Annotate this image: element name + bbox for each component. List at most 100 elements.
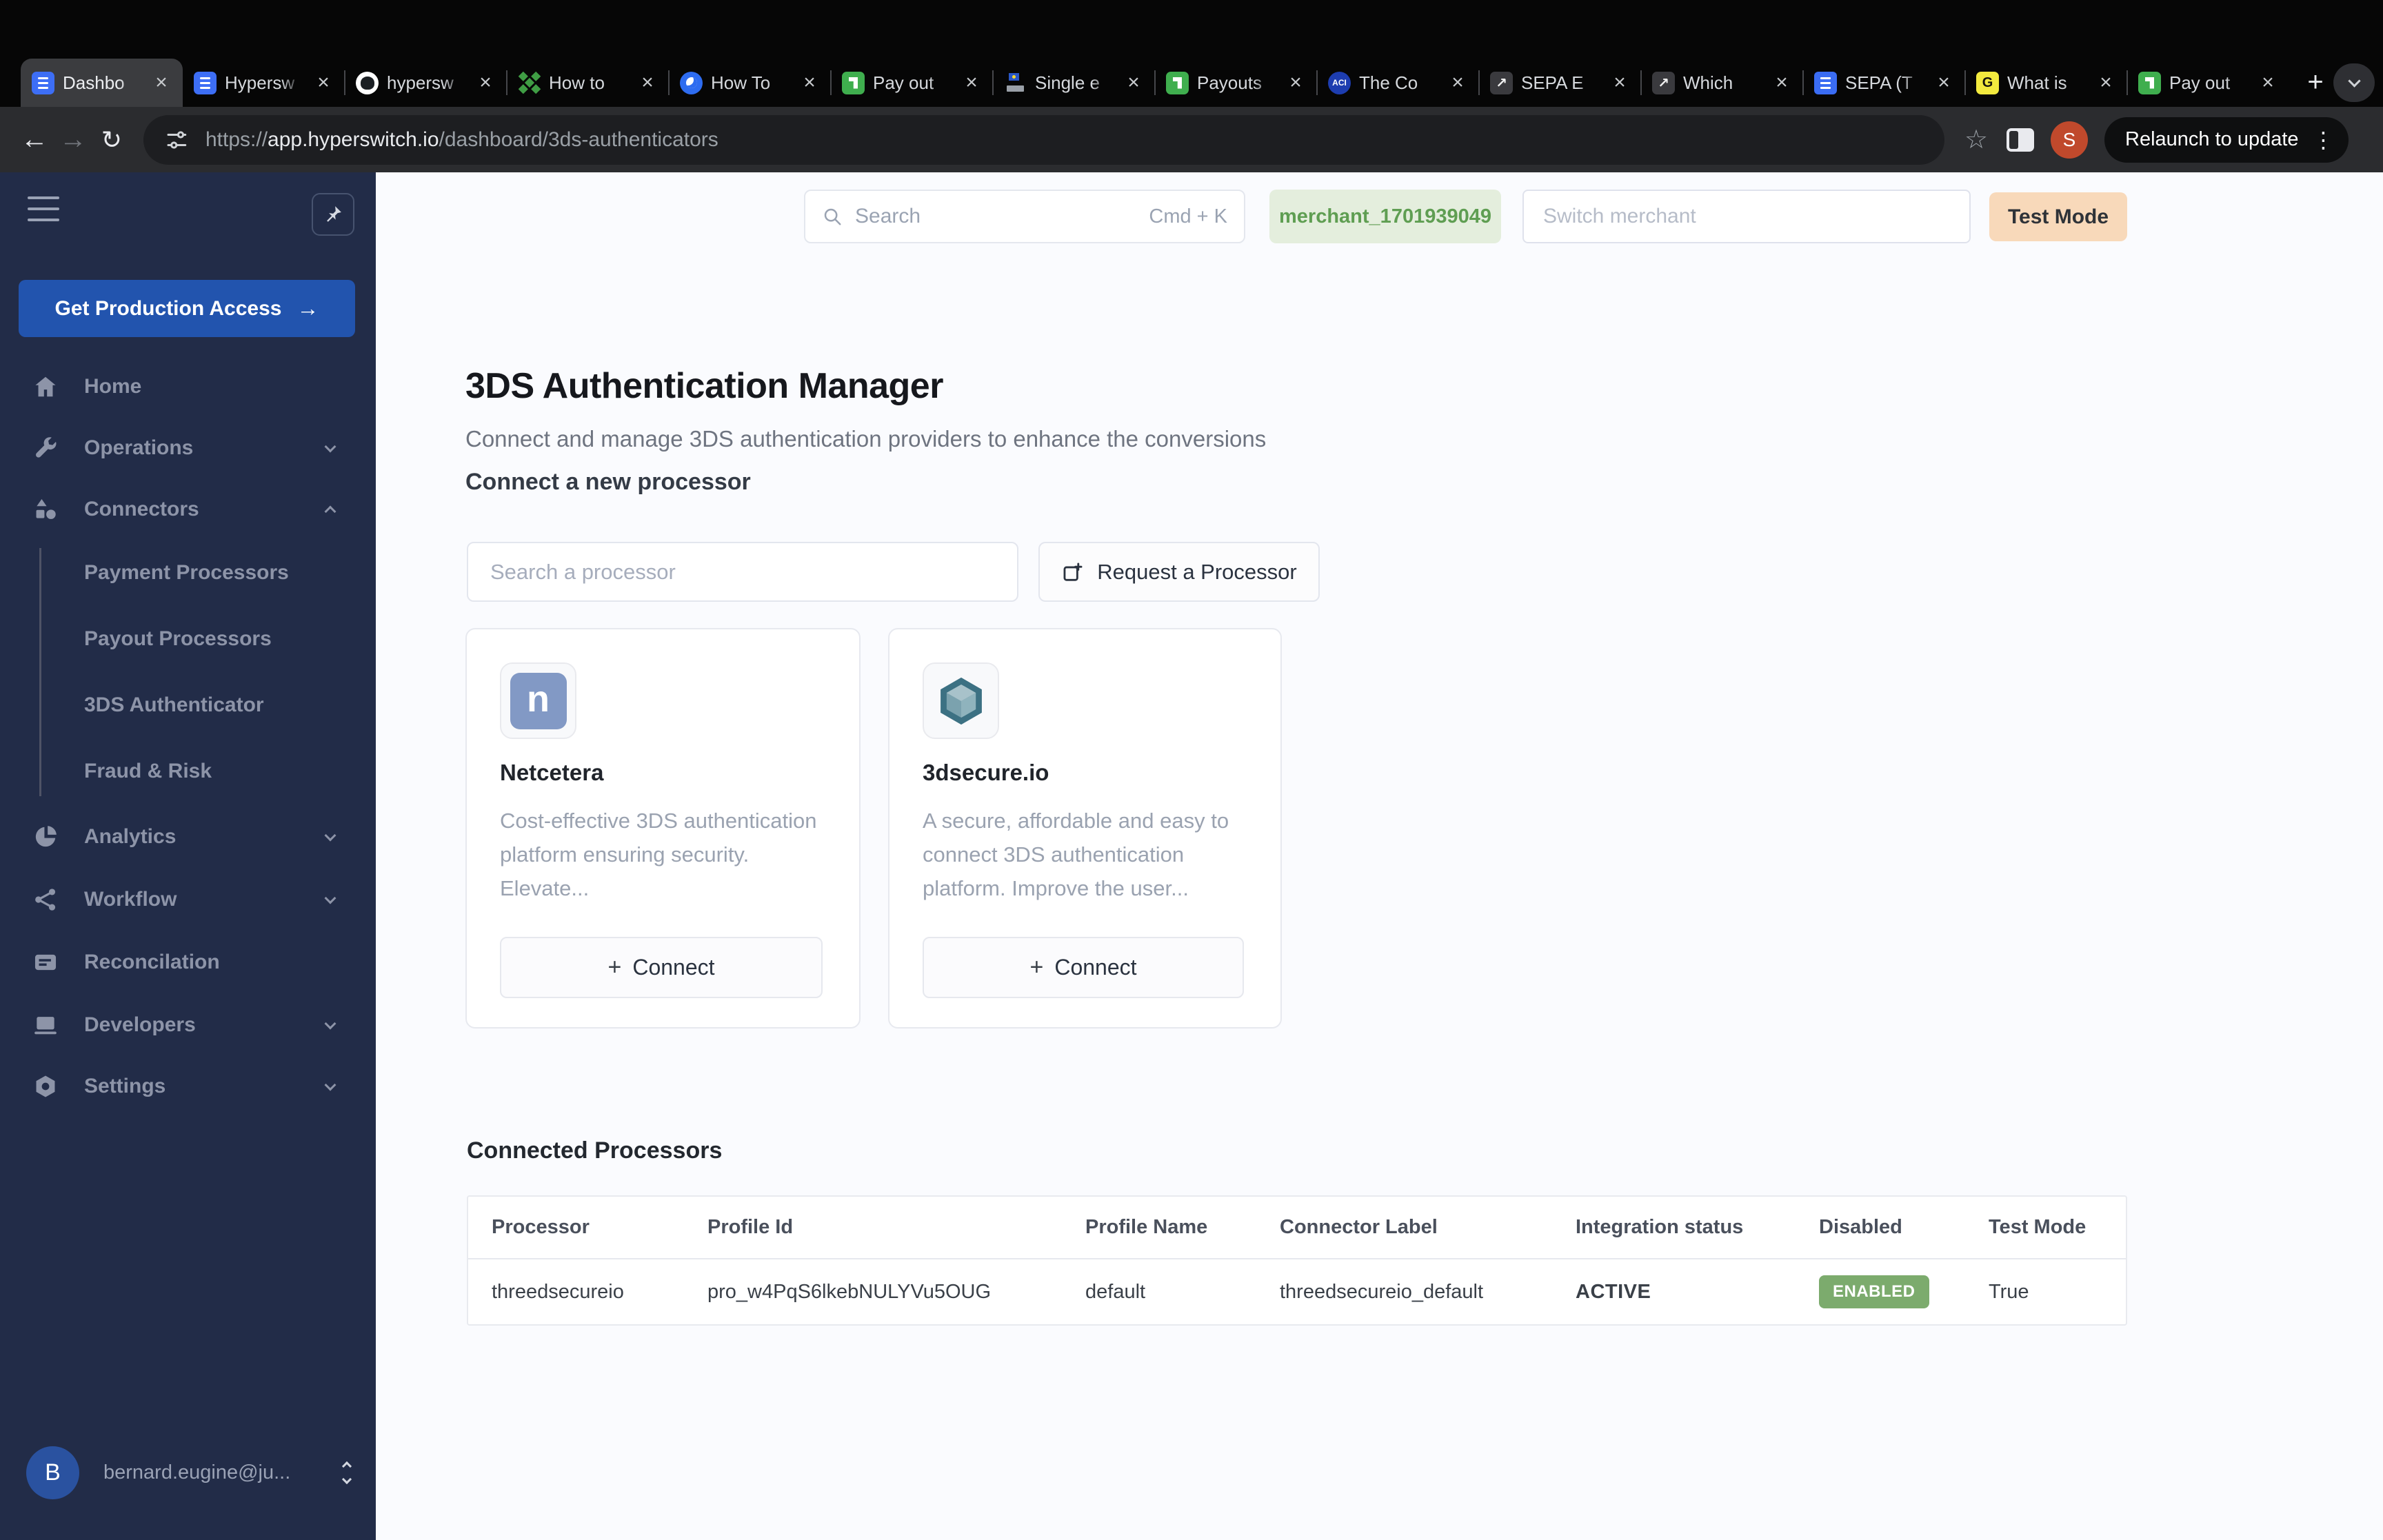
tab-dashboard[interactable]: Dashbo [21, 59, 183, 107]
tab-close-icon[interactable] [150, 71, 173, 94]
test-mode-button[interactable]: Test Mode [1989, 192, 2127, 241]
chevron-down-icon [324, 892, 336, 904]
tab-close-icon[interactable] [312, 71, 335, 94]
tab-payouts[interactable]: Payouts [1154, 59, 1317, 107]
cell-disabled: ENABLED [1819, 1275, 1989, 1308]
processor-card-title: 3dsecure.io [923, 760, 1049, 785]
column-header: Connector Label [1280, 1216, 1438, 1238]
gocardless-favicon-icon: G [1976, 71, 1999, 94]
clover-favicon-icon [518, 72, 541, 94]
cell-profile-id: pro_w4PqS6lkebNULYVu5OUG [707, 1280, 992, 1303]
request-processor-label: Request a Processor [1097, 559, 1297, 584]
processor-card-3dsecureio: 3dsecure.io A secure, affordable and eas… [888, 628, 1282, 1029]
tab-what-is[interactable]: G What is [1964, 59, 2127, 107]
aci-favicon-icon: ACI [1328, 71, 1351, 94]
chevron-down-icon [324, 440, 336, 452]
tab-close-icon[interactable] [1932, 71, 1955, 94]
relaunch-label: Relaunch to update [2125, 128, 2299, 150]
column-header: Disabled [1819, 1216, 1902, 1238]
tab-how-to[interactable]: How to [506, 59, 669, 107]
tab-sepa-doc[interactable]: SEPA (T [1802, 59, 1965, 107]
switch-merchant-input[interactable] [1542, 204, 1951, 229]
tab-close-icon[interactable] [2094, 71, 2118, 94]
sidebar-subitem-label: Payment Processors [84, 561, 289, 584]
tab-close-icon[interactable] [1770, 71, 1793, 94]
main-content: Cmd + K merchant_1701939049 Test Mode 3D… [376, 172, 2383, 1540]
processor-search-field[interactable] [467, 542, 1018, 602]
request-processor-button[interactable]: Request a Processor [1038, 542, 1320, 602]
sidebar-item-payout-processors[interactable]: Payout Processors [0, 606, 376, 672]
tab-close-icon[interactable] [960, 71, 983, 94]
relaunch-to-update-button[interactable]: Relaunch to update [2104, 116, 2349, 163]
tab-sepa-e[interactable]: SEPA E [1478, 59, 1641, 107]
site-settings-icon[interactable] [164, 128, 189, 152]
sidebar-item-label: Operations [84, 436, 194, 459]
user-account-row[interactable]: B bernard.eugine@ju... [26, 1446, 352, 1499]
trend-chart-favicon-icon [1490, 71, 1513, 94]
cta-label: Get Production Access [54, 296, 282, 320]
tab-close-icon[interactable] [1122, 71, 1145, 94]
sidebar-item-3ds-authenticator[interactable]: 3DS Authenticator [0, 672, 376, 738]
connect-label: Connect [632, 955, 715, 980]
tab-close-icon[interactable] [798, 71, 821, 94]
browser-profile-avatar[interactable]: S [2051, 121, 2088, 159]
sidebar-item-analytics[interactable]: Analytics [0, 804, 376, 869]
tab-which[interactable]: Which [1640, 59, 1803, 107]
tab-list-dropdown-button[interactable] [2333, 63, 2375, 102]
browser-menu-icon[interactable] [2313, 127, 2335, 153]
cell-test-mode: True [1989, 1280, 2029, 1303]
sidebar-item-home[interactable]: Home [0, 356, 376, 417]
tab-github[interactable]: hypersw [344, 59, 507, 107]
sidebar-item-label: Home [84, 374, 142, 398]
cell-profile-name: default [1085, 1280, 1146, 1303]
sidebar-item-label: Reconcilation [84, 950, 220, 973]
new-tab-button[interactable] [2296, 63, 2335, 101]
tab-close-icon[interactable] [474, 71, 497, 94]
sidebar-item-operations[interactable]: Operations [0, 417, 376, 478]
side-panel-icon[interactable] [2007, 128, 2034, 152]
get-production-access-button[interactable]: Get Production Access [19, 280, 355, 337]
global-search[interactable]: Cmd + K [804, 190, 1245, 243]
netcetera-logo: n [510, 672, 567, 729]
tab-title: Single e [1035, 72, 1100, 93]
sidebar-item-payment-processors[interactable]: Payment Processors [0, 540, 376, 606]
tab-close-icon[interactable] [2256, 71, 2280, 94]
search-input[interactable] [854, 204, 1149, 229]
bookmark-star-icon[interactable] [1958, 122, 1994, 158]
forward-button[interactable] [54, 121, 92, 159]
table-row[interactable]: threedsecureio pro_w4PqS6lkebNULYVu5OUG … [468, 1259, 2126, 1324]
sidebar-item-workflow[interactable]: Workflow [0, 869, 376, 930]
sidebar-item-developers[interactable]: Developers [0, 994, 376, 1055]
processor-search-input[interactable] [489, 558, 996, 585]
sidebar-item-settings[interactable]: Settings [0, 1055, 376, 1117]
tab-title: What is [2007, 72, 2067, 93]
reload-button[interactable] [92, 121, 131, 159]
connect-3dsecureio-button[interactable]: Connect [923, 937, 1244, 998]
back-button[interactable] [15, 121, 54, 159]
pin-sidebar-button[interactable] [312, 193, 354, 236]
home-icon [31, 372, 60, 401]
tab-single-e[interactable]: Single e [992, 59, 1155, 107]
tab-hyperswitch[interactable]: Hypersw [183, 59, 345, 107]
tab-pay-out-2[interactable]: Pay out [2126, 59, 2289, 107]
sidebar-item-fraud-risk[interactable]: Fraud & Risk [0, 738, 376, 804]
processor-card-netcetera: n Netcetera Cost-effective 3DS authentic… [465, 628, 861, 1029]
tab-the-co[interactable]: ACI The Co [1316, 59, 1479, 107]
tab-how-to-2[interactable]: How To [668, 59, 831, 107]
tab-title: Dashbo [63, 72, 125, 93]
browser-toolbar: https://app.hyperswitch.io/dashboard/3ds… [0, 107, 2383, 172]
sidebar-item-reconcilation[interactable]: Reconcilation [0, 930, 376, 994]
tab-pay-out[interactable]: Pay out [830, 59, 993, 107]
tab-close-icon[interactable] [1608, 71, 1631, 94]
tab-close-icon[interactable] [636, 71, 659, 94]
connect-netcetera-button[interactable]: Connect [500, 937, 823, 998]
tab-close-icon[interactable] [1284, 71, 1307, 94]
sidebar-item-connectors[interactable]: Connectors [0, 478, 376, 540]
hamburger-menu-icon[interactable] [28, 196, 59, 221]
tab-close-icon[interactable] [1446, 71, 1469, 94]
sidebar-subitem-label: Fraud & Risk [84, 760, 212, 782]
expand-account-icon[interactable] [341, 1461, 352, 1485]
chevron-down-icon [324, 829, 336, 841]
switch-merchant-field[interactable] [1522, 190, 1971, 243]
address-bar[interactable]: https://app.hyperswitch.io/dashboard/3ds… [143, 114, 1944, 165]
